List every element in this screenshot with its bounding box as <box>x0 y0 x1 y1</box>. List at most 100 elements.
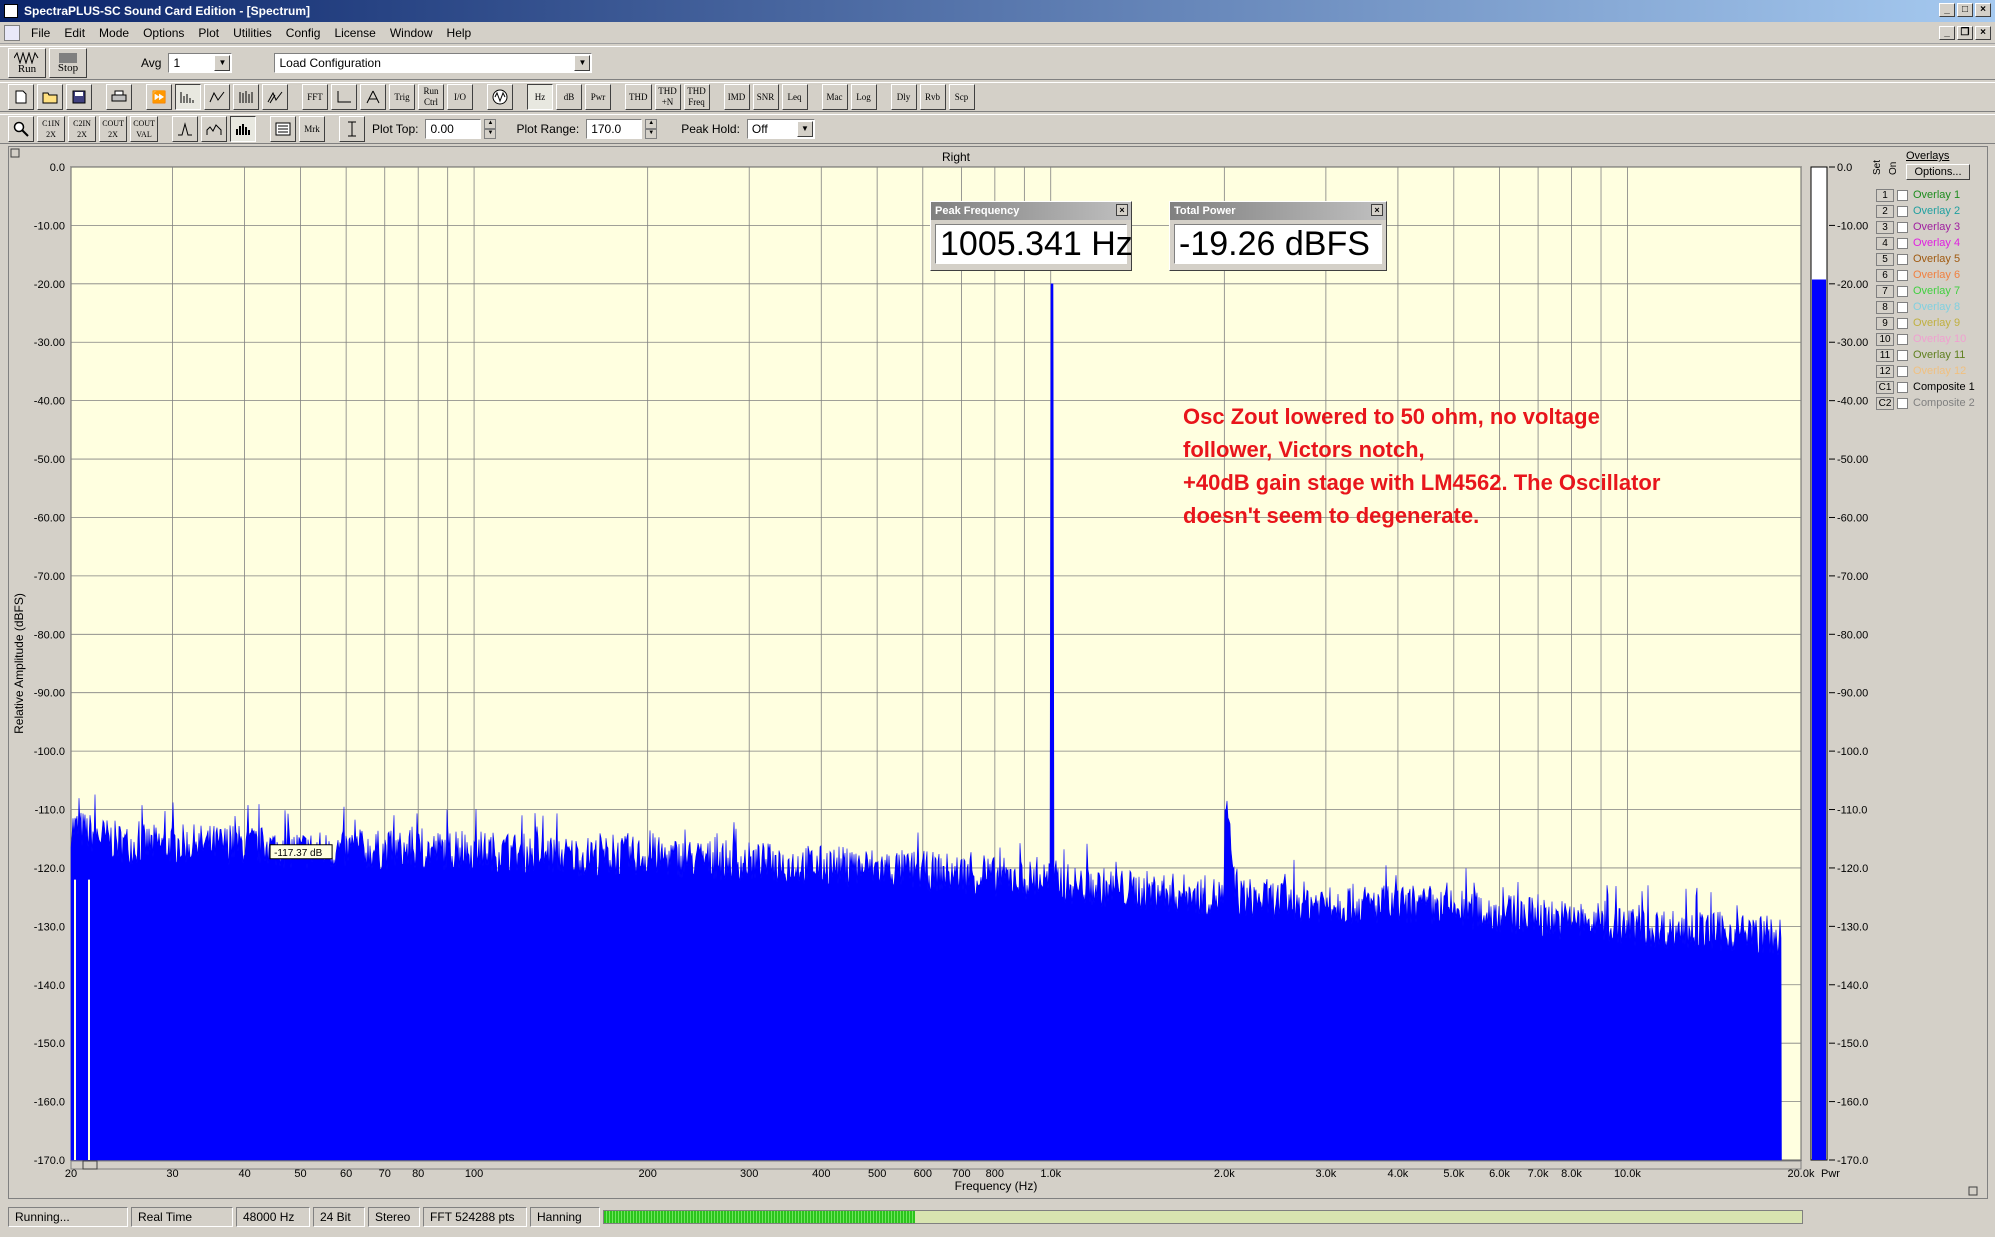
fft-button[interactable]: FFT <box>302 84 328 110</box>
dly-button[interactable]: Dly <box>890 84 917 110</box>
overlay-set-button[interactable]: 1 <box>1876 188 1894 202</box>
overlay-row[interactable]: 1 Overlay 1 <box>1876 187 1960 203</box>
spin-up-icon[interactable]: ▲ <box>484 119 497 129</box>
close-icon[interactable]: × <box>1975 3 1991 17</box>
overlay-row[interactable]: 12 Overlay 12 <box>1876 363 1966 379</box>
axis-button[interactable] <box>331 84 357 110</box>
overlay-checkbox[interactable] <box>1897 285 1908 297</box>
overlay-checkbox[interactable] <box>1897 381 1908 393</box>
overlay-checkbox[interactable] <box>1897 317 1908 329</box>
trig-button[interactable]: Trig <box>389 84 415 110</box>
overlay-row[interactable]: 9 Overlay 9 <box>1876 315 1960 331</box>
bars-button[interactable] <box>230 116 256 142</box>
child-restore-icon[interactable]: ❐ <box>1957 26 1973 40</box>
overlay-row[interactable]: 6 Overlay 6 <box>1876 267 1960 283</box>
rvb-button[interactable]: Rvb <box>919 84 946 110</box>
menu-window[interactable]: Window <box>383 26 440 40</box>
snr-button[interactable]: SNR <box>752 84 779 110</box>
menu-utilities[interactable]: Utilities <box>226 26 279 40</box>
overlay-set-button[interactable]: 7 <box>1876 284 1894 298</box>
fast-forward-button[interactable]: ⏩ <box>146 84 172 110</box>
overlay-checkbox[interactable] <box>1897 269 1908 281</box>
thdn-button[interactable]: THD +N <box>654 84 681 110</box>
overlay-checkbox[interactable] <box>1897 349 1908 361</box>
db-button[interactable]: dB <box>556 84 582 110</box>
c1-in-button[interactable]: C1IN 2X <box>37 116 65 142</box>
c-out-button[interactable]: COUT 2X <box>99 116 127 142</box>
close-icon[interactable]: × <box>1116 204 1128 216</box>
marker-button[interactable]: Mrk <box>299 116 325 142</box>
run-ctrl-button[interactable]: Run Ctrl <box>418 84 444 110</box>
peak-hold-select[interactable]: Off ▼ <box>746 119 815 139</box>
overlay-checkbox[interactable] <box>1897 365 1908 377</box>
overlay-set-button[interactable]: 8 <box>1876 300 1894 314</box>
overlay-set-button[interactable]: C1 <box>1876 380 1894 394</box>
overlay-button[interactable] <box>270 116 296 142</box>
overlay-set-button[interactable]: 3 <box>1876 220 1894 234</box>
imd-button[interactable]: IMD <box>723 84 750 110</box>
overlay-set-button[interactable]: 9 <box>1876 316 1894 330</box>
scp-button[interactable]: Scp <box>948 84 975 110</box>
thd-button[interactable]: THD <box>625 84 652 110</box>
overlay-checkbox[interactable] <box>1897 301 1908 313</box>
overlay-checkbox[interactable] <box>1897 221 1908 233</box>
thd-freq-button[interactable]: THD Freq <box>683 84 710 110</box>
overlay-row[interactable]: 11 Overlay 11 <box>1876 347 1965 363</box>
print-button[interactable] <box>106 84 132 110</box>
maximize-icon[interactable]: □ <box>1957 3 1973 17</box>
overlay-row[interactable]: 4 Overlay 4 <box>1876 235 1960 251</box>
hz-button[interactable]: Hz <box>527 84 553 110</box>
overlay-checkbox[interactable] <box>1897 397 1908 409</box>
overlay-row[interactable]: 3 Overlay 3 <box>1876 219 1960 235</box>
menu-edit[interactable]: Edit <box>57 26 92 40</box>
leq-button[interactable]: Leq <box>781 84 808 110</box>
c-out-val-button[interactable]: COUT VAL <box>130 116 158 142</box>
minimize-icon[interactable]: _ <box>1939 3 1955 17</box>
save-button[interactable] <box>66 84 92 110</box>
overlay-checkbox[interactable] <box>1897 205 1908 217</box>
menu-options[interactable]: Options <box>136 26 191 40</box>
chevron-down-icon[interactable]: ▼ <box>796 121 813 137</box>
spin-up-icon[interactable]: ▲ <box>645 119 658 129</box>
overlay-row[interactable]: 7 Overlay 7 <box>1876 283 1960 299</box>
mac-button[interactable]: Mac <box>821 84 848 110</box>
calibration-button[interactable] <box>360 84 386 110</box>
total-power-titlebar[interactable]: Total Power × <box>1170 202 1386 220</box>
menu-mode[interactable]: Mode <box>92 26 136 40</box>
child-minimize-icon[interactable]: _ <box>1939 26 1955 40</box>
total-power-meter[interactable]: Total Power × -19.26 dBFS <box>1169 201 1387 271</box>
overlay-row[interactable]: C2 Composite 2 <box>1876 395 1975 411</box>
resize-icon[interactable] <box>1968 1186 1978 1196</box>
overlay-row[interactable]: C1 Composite 1 <box>1876 379 1975 395</box>
plot-range-spinner[interactable]: ▲ ▼ <box>645 119 658 139</box>
spectrum-mode-button[interactable] <box>175 84 201 110</box>
overlay-row[interactable]: 5 Overlay 5 <box>1876 251 1960 267</box>
document-icon[interactable] <box>4 24 20 41</box>
overlay-checkbox[interactable] <box>1897 189 1908 201</box>
scrollbar-thumb[interactable] <box>82 1160 98 1170</box>
cursor-button[interactable] <box>339 116 365 142</box>
pwr-button[interactable]: Pwr <box>585 84 611 110</box>
plot-top-input[interactable]: 0.00 <box>425 119 482 139</box>
overlay-row[interactable]: 8 Overlay 8 <box>1876 299 1960 315</box>
menu-plot[interactable]: Plot <box>191 26 226 40</box>
chevron-down-icon[interactable]: ▼ <box>214 55 231 71</box>
overlay-set-button[interactable]: 4 <box>1876 236 1894 250</box>
menu-license[interactable]: License <box>327 26 382 40</box>
io-button[interactable]: I/O <box>447 84 473 110</box>
signal-generator-button[interactable] <box>487 84 513 110</box>
spectrum-chart[interactable]: Right 0.0 0.0 -10.00 -10.00 -20.00 -20.00 -30.0… <box>9 147 1987 1198</box>
zoom-button[interactable] <box>8 116 34 142</box>
plot-menu-icon[interactable] <box>10 148 20 158</box>
peak-frequency-titlebar[interactable]: Peak Frequency × <box>931 202 1131 220</box>
3d-surface-button[interactable] <box>262 84 288 110</box>
menu-config[interactable]: Config <box>279 26 328 40</box>
peak-frequency-meter[interactable]: Peak Frequency × 1005.341 Hz <box>930 201 1133 271</box>
overlay-checkbox[interactable] <box>1897 237 1908 249</box>
plot-range-input[interactable]: 170.0 <box>586 119 643 139</box>
stop-button[interactable]: Stop <box>49 48 87 78</box>
overlay-set-button[interactable]: 10 <box>1876 332 1894 346</box>
chevron-down-icon[interactable]: ▼ <box>574 55 591 71</box>
overlay-set-button[interactable]: 2 <box>1876 204 1894 218</box>
peak-button[interactable] <box>172 116 198 142</box>
